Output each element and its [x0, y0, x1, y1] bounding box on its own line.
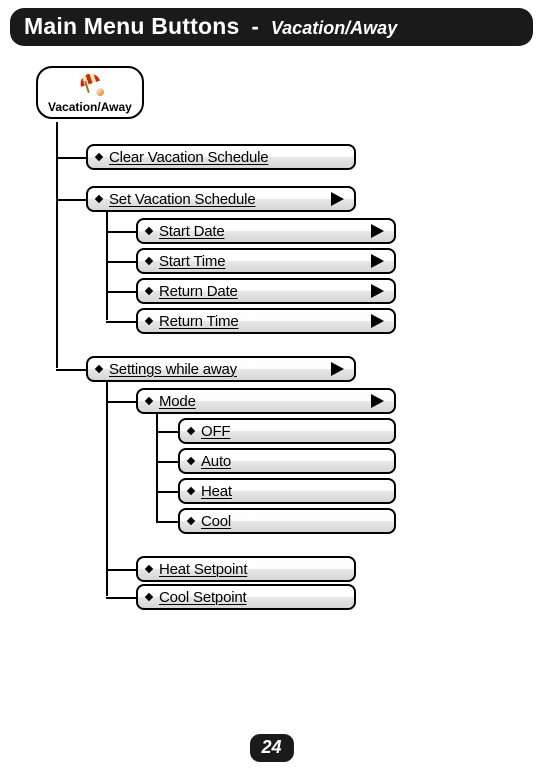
arrow-icon — [371, 314, 384, 328]
bullet-icon — [145, 397, 153, 405]
bullet-icon — [145, 565, 153, 573]
item-clear-vacation[interactable]: Clear Vacation Schedule — [86, 144, 356, 170]
item-label: OFF — [201, 423, 230, 440]
item-label: Set Vacation Schedule — [109, 191, 255, 208]
item-mode[interactable]: Mode — [136, 388, 396, 414]
bullet-icon — [145, 257, 153, 265]
item-start-date[interactable]: Start Date — [136, 218, 396, 244]
arrow-icon — [371, 394, 384, 408]
item-label: Auto — [201, 453, 231, 470]
item-mode-auto[interactable]: Auto — [178, 448, 396, 474]
item-mode-cool[interactable]: Cool — [178, 508, 396, 534]
item-mode-heat[interactable]: Heat — [178, 478, 396, 504]
item-start-time[interactable]: Start Time — [136, 248, 396, 274]
bullet-icon — [95, 153, 103, 161]
item-label: Clear Vacation Schedule — [109, 149, 268, 166]
item-label: Return Date — [159, 283, 238, 300]
bullet-icon — [187, 457, 195, 465]
bullet-icon — [145, 317, 153, 325]
arrow-icon — [371, 254, 384, 268]
bullet-icon — [187, 517, 195, 525]
item-mode-off[interactable]: OFF — [178, 418, 396, 444]
arrow-icon — [331, 192, 344, 206]
item-return-date[interactable]: Return Date — [136, 278, 396, 304]
bullet-icon — [145, 593, 153, 601]
bullet-icon — [187, 487, 195, 495]
bullet-icon — [187, 427, 195, 435]
item-cool-setpoint[interactable]: Cool Setpoint — [136, 584, 356, 610]
header-bar: Main Menu Buttons - Vacation/Away — [10, 8, 533, 46]
arrow-icon — [371, 224, 384, 238]
item-label: Start Time — [159, 253, 225, 270]
menu-tree: Vacation/Away Clear Vacation Schedule Se… — [36, 66, 543, 139]
item-label: Cool Setpoint — [159, 589, 246, 606]
item-label: Cool — [201, 513, 231, 530]
page-number: 24 — [249, 734, 293, 762]
root-label: Vacation/Away — [48, 100, 132, 114]
header-subtitle: Vacation/Away — [271, 18, 397, 39]
bullet-icon — [95, 365, 103, 373]
item-label: Start Date — [159, 223, 225, 240]
item-label: Mode — [159, 393, 196, 410]
item-set-vacation[interactable]: Set Vacation Schedule — [86, 186, 356, 212]
item-label: Heat — [201, 483, 232, 500]
bullet-icon — [95, 195, 103, 203]
item-label: Heat Setpoint — [159, 561, 247, 578]
item-label: Settings while away — [109, 361, 237, 378]
root-vacation-away[interactable]: Vacation/Away — [36, 66, 144, 119]
header-dash: - — [252, 14, 259, 40]
item-settings-away[interactable]: Settings while away — [86, 356, 356, 382]
vacation-icon — [74, 74, 106, 100]
arrow-icon — [331, 362, 344, 376]
header-title: Main Menu Buttons — [24, 13, 240, 40]
item-return-time[interactable]: Return Time — [136, 308, 396, 334]
bullet-icon — [145, 287, 153, 295]
bullet-icon — [145, 227, 153, 235]
item-heat-setpoint[interactable]: Heat Setpoint — [136, 556, 356, 582]
arrow-icon — [371, 284, 384, 298]
item-label: Return Time — [159, 313, 239, 330]
